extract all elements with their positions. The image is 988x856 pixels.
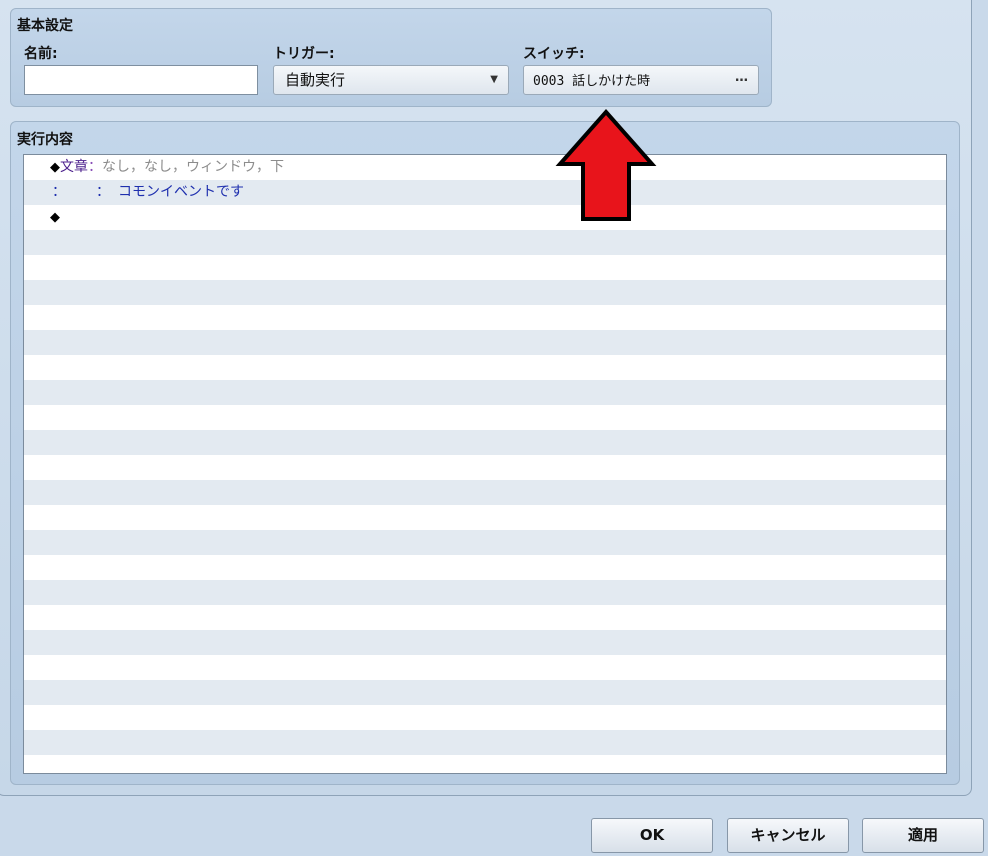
- list-item[interactable]: [24, 230, 946, 255]
- list-item[interactable]: [24, 705, 946, 730]
- list-item[interactable]: [24, 305, 946, 330]
- list-item[interactable]: [24, 730, 946, 755]
- command-args: なし，なし，ウィンドウ，下: [102, 159, 284, 175]
- trigger-label: トリガー:: [273, 46, 335, 62]
- switch-value: 0003 話しかけた時: [533, 74, 651, 89]
- continuation-separator: ：: [96, 184, 110, 200]
- list-item[interactable]: [24, 580, 946, 605]
- command-name: 文章: [60, 159, 88, 175]
- trigger-select[interactable]: 自動実行 ▼: [273, 65, 509, 95]
- up-arrow-icon: [555, 108, 657, 221]
- list-item[interactable]: [24, 330, 946, 355]
- list-item[interactable]: [24, 355, 946, 380]
- name-label: 名前:: [24, 46, 58, 62]
- list-item[interactable]: ： ： コモンイベントです: [24, 180, 946, 205]
- switch-label: スイッチ:: [523, 46, 585, 62]
- message-text: コモンイベントです: [118, 184, 244, 200]
- list-item[interactable]: [24, 555, 946, 580]
- list-item[interactable]: [24, 505, 946, 530]
- list-item[interactable]: [24, 755, 946, 773]
- list-item[interactable]: [24, 280, 946, 305]
- list-item[interactable]: [24, 455, 946, 480]
- execution-content-title: 実行内容: [17, 132, 73, 148]
- list-item[interactable]: [24, 530, 946, 555]
- apply-button[interactable]: 適用: [862, 818, 984, 853]
- common-event-editor: 基本設定 名前: トリガー: 自動実行 ▼ スイッチ: 0003 話しかけた時 …: [0, 0, 988, 856]
- list-item[interactable]: [24, 380, 946, 405]
- basic-settings-title: 基本設定: [17, 18, 73, 34]
- list-item[interactable]: [24, 430, 946, 455]
- switch-selector[interactable]: 0003 話しかけた時 …: [523, 65, 759, 95]
- list-item[interactable]: [24, 630, 946, 655]
- ok-button[interactable]: OK: [591, 818, 713, 853]
- list-item[interactable]: [24, 255, 946, 280]
- ellipsis-icon: …: [735, 70, 748, 85]
- empty-command-diamond-icon: ◆: [50, 210, 60, 225]
- cancel-button[interactable]: キャンセル: [727, 818, 849, 853]
- list-item[interactable]: [24, 405, 946, 430]
- continuation-colon: ：: [52, 184, 66, 200]
- dropdown-arrow-icon: ▼: [490, 74, 498, 85]
- list-item[interactable]: ◆: [24, 205, 946, 230]
- list-item[interactable]: [24, 655, 946, 680]
- command-diamond-icon: ◆: [50, 160, 60, 175]
- trigger-selected-value: 自動実行: [285, 71, 346, 89]
- command-list[interactable]: ◆文章：なし，なし，ウィンドウ，下 ： ： コモンイベントです ◆: [23, 154, 947, 774]
- list-item[interactable]: ◆文章：なし，なし，ウィンドウ，下: [24, 155, 946, 180]
- list-item[interactable]: [24, 680, 946, 705]
- name-input[interactable]: [24, 65, 258, 95]
- list-item[interactable]: [24, 605, 946, 630]
- list-item[interactable]: [24, 480, 946, 505]
- command-separator: ：: [88, 159, 102, 175]
